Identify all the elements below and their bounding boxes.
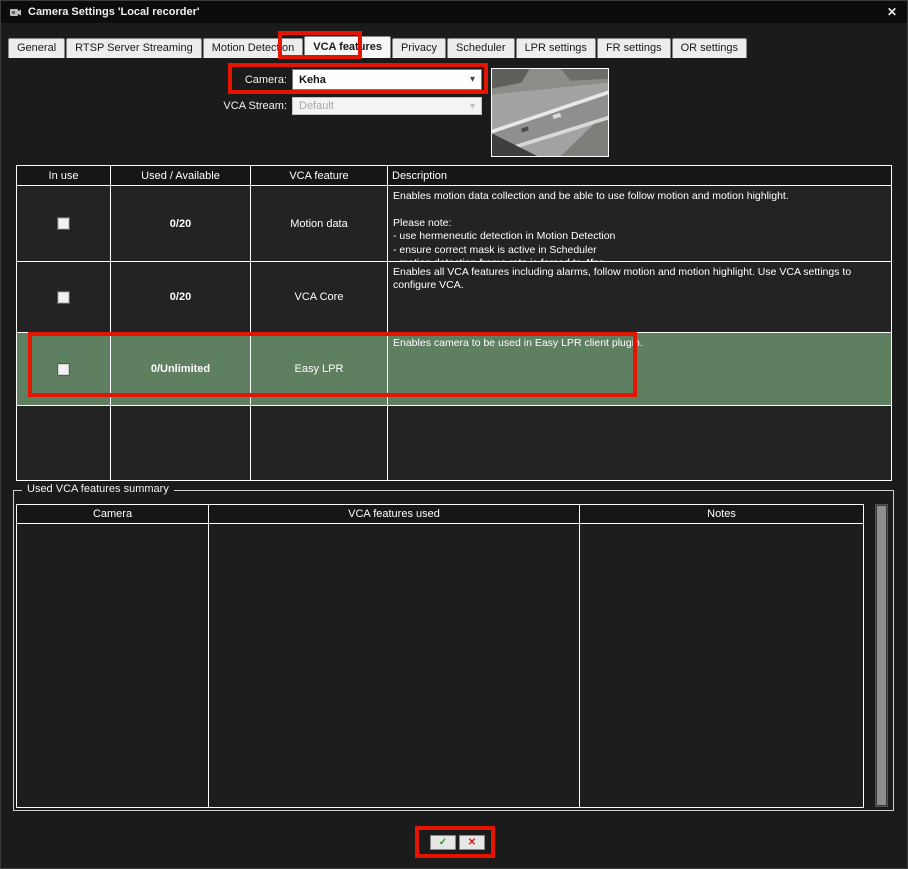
- tab-privacy[interactable]: Privacy: [392, 38, 446, 58]
- feature-name-vca-core: VCA Core: [251, 262, 387, 332]
- close-icon[interactable]: ✕: [885, 5, 899, 19]
- chevron-down-icon: ▾: [470, 101, 475, 112]
- feature-name-motion-data: Motion data: [251, 186, 387, 261]
- camera-preview-scene: [492, 69, 608, 156]
- summary-empty-cell: [17, 524, 208, 807]
- summary-empty-cell: [209, 524, 579, 807]
- vca-features-table: In use Used / Available VCA feature Desc…: [16, 165, 892, 481]
- summary-col-header-features: VCA features used: [209, 505, 579, 523]
- camera-select[interactable]: Keha ▾: [292, 69, 482, 90]
- camera-select-value: Keha: [299, 74, 466, 86]
- empty-row-cell: [111, 406, 250, 480]
- empty-row-cell: [388, 406, 891, 480]
- table-row-motion-data-cell: [17, 186, 110, 261]
- in-use-checkbox-motion-data[interactable]: [57, 217, 70, 230]
- tab-or-settings[interactable]: OR settings: [672, 38, 747, 58]
- summary-empty-cell: [580, 524, 863, 807]
- col-header-in-use: In use: [17, 166, 110, 185]
- tab-rtsp-server-streaming[interactable]: RTSP Server Streaming: [66, 38, 202, 58]
- description-motion-data: Enables motion data collection and be ab…: [388, 186, 891, 261]
- tab-scheduler[interactable]: Scheduler: [447, 38, 515, 58]
- description-easy-lpr: Enables camera to be used in Easy LPR cl…: [388, 333, 891, 405]
- close-icon: ✕: [468, 838, 476, 848]
- used-available-easy-lpr: 0/Unlimited: [111, 333, 250, 405]
- tab-general[interactable]: General: [8, 38, 65, 58]
- camera-label: Camera:: [197, 74, 287, 86]
- tab-lpr-settings[interactable]: LPR settings: [516, 38, 596, 58]
- summary-scrollbar-thumb[interactable]: [877, 506, 886, 805]
- tab-motion-detection[interactable]: Motion Detection: [203, 38, 304, 58]
- in-use-checkbox-vca-core[interactable]: [57, 291, 70, 304]
- in-use-checkbox-easy-lpr[interactable]: [57, 363, 70, 376]
- summary-col-header-camera: Camera: [17, 505, 208, 523]
- vca-stream-select[interactable]: Default ▾: [292, 97, 482, 115]
- camera-preview-image: [491, 68, 609, 157]
- tab-strip: General RTSP Server Streaming Motion Det…: [8, 36, 748, 58]
- table-row-vca-core-cell: [17, 262, 110, 332]
- cancel-button[interactable]: ✕: [459, 835, 485, 850]
- tab-vca-features[interactable]: VCA features: [304, 36, 391, 58]
- title-bar: Camera Settings 'Local recorder' ✕: [1, 1, 907, 23]
- summary-scrollbar[interactable]: [875, 504, 888, 807]
- used-available-motion-data: 0/20: [111, 186, 250, 261]
- summary-group-title: Used VCA features summary: [22, 483, 174, 495]
- col-header-vca-feature: VCA feature: [251, 166, 387, 185]
- col-header-description: Description: [388, 166, 891, 185]
- chevron-down-icon: ▾: [470, 74, 475, 85]
- feature-name-easy-lpr: Easy LPR: [251, 333, 387, 405]
- used-available-vca-core: 0/20: [111, 262, 250, 332]
- tab-fr-settings[interactable]: FR settings: [597, 38, 671, 58]
- vca-stream-select-value: Default: [299, 100, 466, 112]
- window-title: Camera Settings 'Local recorder': [28, 6, 200, 18]
- empty-row-cell: [251, 406, 387, 480]
- check-icon: ✓: [439, 838, 447, 848]
- used-vca-features-summary-group: Used VCA features summary Camera VCA fea…: [13, 490, 894, 811]
- vca-stream-label: VCA Stream:: [197, 100, 287, 112]
- description-vca-core: Enables all VCA features including alarm…: [388, 262, 891, 332]
- empty-row-cell: [17, 406, 110, 480]
- ok-button[interactable]: ✓: [430, 835, 456, 850]
- camera-settings-icon: [9, 6, 22, 19]
- camera-settings-dialog: Camera Settings 'Local recorder' ✕ Gener…: [0, 0, 908, 869]
- summary-table: Camera VCA features used Notes: [16, 504, 864, 808]
- col-header-used-available: Used / Available: [111, 166, 250, 185]
- table-row-easy-lpr-cell: [17, 333, 110, 405]
- summary-col-header-notes: Notes: [580, 505, 863, 523]
